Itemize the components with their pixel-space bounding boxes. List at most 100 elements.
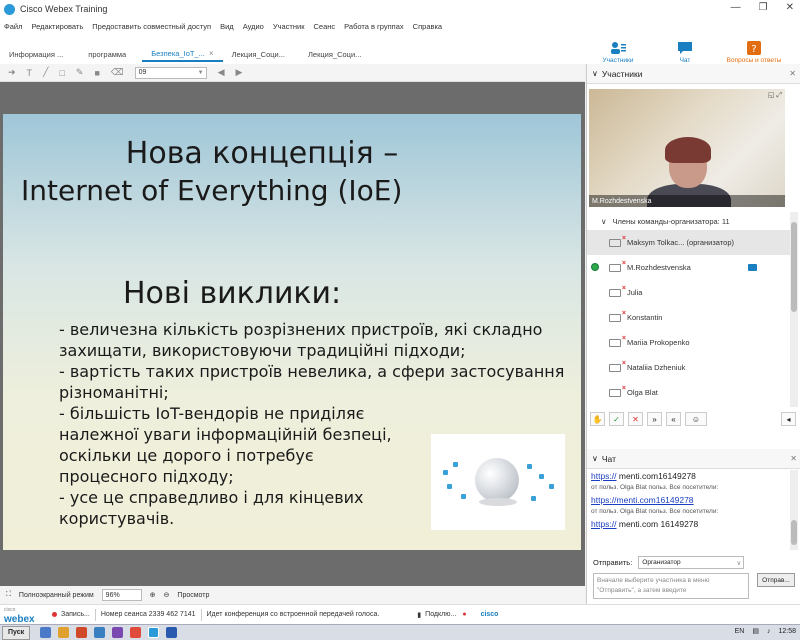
pointer-icon[interactable]: ➜ <box>8 67 16 78</box>
participant-row[interactable]: Olga Blat <box>587 380 791 405</box>
next-page-icon[interactable]: ▶ <box>236 67 243 78</box>
chat-panel-header-wrap: ∨ Чат ✕ <box>587 449 800 469</box>
webex-taskbar-icon[interactable] <box>148 627 160 638</box>
word-icon[interactable] <box>166 627 178 638</box>
go-faster-icon[interactable]: » <box>647 412 662 426</box>
scroll-thumb[interactable] <box>791 222 797 312</box>
zoom-select[interactable]: 96% <box>101 589 142 601</box>
participants-scrollbar[interactable] <box>790 212 798 407</box>
viber-icon[interactable] <box>112 627 124 638</box>
network-icon[interactable]: ▤ <box>752 627 759 635</box>
fullscreen-icon[interactable]: ⛶ <box>6 591 11 599</box>
chevron-down-icon: ∨ <box>592 69 598 78</box>
emoticon-icon[interactable]: ☺ <box>685 412 707 426</box>
zoom-out-icon[interactable]: ⊖ <box>164 591 170 599</box>
tab-security-iot[interactable]: Безпека_IoT_... × <box>142 46 223 62</box>
connection-status[interactable]: Подклю... <box>425 611 456 618</box>
chrome-icon[interactable] <box>130 627 142 638</box>
participant-row[interactable]: M.Rozhdestvenska <box>587 255 791 280</box>
pen-tool-icon[interactable]: ✎ <box>76 67 84 78</box>
participant-row[interactable]: Nataliia Dzheniuk <box>587 355 791 380</box>
close-icon[interactable]: ✕ <box>789 69 796 78</box>
tab-lecture-2[interactable]: Лекция_Соци... <box>294 46 370 62</box>
close-icon[interactable]: ✕ <box>790 454 797 463</box>
close-icon[interactable]: ✕ <box>786 2 794 13</box>
chat-link[interactable]: https:// <box>591 519 617 529</box>
mic-muted-icon <box>609 310 626 322</box>
participant-row[interactable]: Maksym Tolkac... (организатор) <box>587 230 791 255</box>
page-selector[interactable]: 09 ▼ <box>134 66 207 79</box>
chat-text: menti.com 16149278 <box>616 519 699 529</box>
window-title: Cisco Webex Training <box>20 4 108 14</box>
menu-edit[interactable]: Редактировать <box>31 22 83 31</box>
maximize-icon[interactable]: ❐ <box>759 2 768 13</box>
menu-view[interactable]: Вид <box>220 22 234 31</box>
chat-link[interactable]: https:// <box>591 471 617 481</box>
video-controls-icon[interactable]: ◱ ⤢ <box>768 91 782 100</box>
raise-hand-icon[interactable]: ✋ <box>590 412 605 426</box>
send-button[interactable]: Отправ... <box>757 573 795 587</box>
device-icon <box>549 484 554 489</box>
cisco-logo: cisco <box>480 611 499 618</box>
menu-help[interactable]: Справка <box>413 22 442 31</box>
cross-icon[interactable]: ✕ <box>628 412 643 426</box>
start-button[interactable]: Пуск <box>2 625 31 640</box>
divider <box>94 608 96 621</box>
participant-name: Konstantin <box>627 313 663 322</box>
video-thumbnail[interactable]: ◱ ⤢ M.Rozhdestvenska <box>589 89 785 207</box>
chat-input[interactable]: Вначале выберите участника в меню "Отпра… <box>593 573 749 599</box>
volume-icon[interactable]: ♪ <box>767 628 771 635</box>
line-tool-icon[interactable]: ╱ <box>43 67 48 78</box>
participant-row[interactable]: Julia <box>587 280 791 305</box>
zoom-in-icon[interactable]: ⊕ <box>150 591 156 599</box>
device-icon <box>453 462 458 467</box>
go-slower-icon[interactable]: « <box>666 412 681 426</box>
tab-program[interactable]: программа <box>72 46 142 62</box>
participants-panel-header[interactable]: ∨ Участники ✕ <box>587 64 800 84</box>
qa-button[interactable]: ? Вопросы и ответы <box>723 34 785 64</box>
browser-icon[interactable] <box>40 627 52 638</box>
participant-name: Mariia Prokopenko <box>627 338 690 347</box>
folder-icon[interactable] <box>58 627 70 638</box>
conference-status: Идет конференция со встроенной передачей… <box>206 611 380 618</box>
participant-row[interactable]: Mariia Prokopenko <box>587 330 791 355</box>
menu-audio[interactable]: Аудио <box>243 22 264 31</box>
tab-info[interactable]: Информация ... <box>0 46 72 62</box>
host-group-header[interactable]: ∨ Члены команды-организатора: 11 <box>587 212 791 230</box>
check-icon[interactable]: ✓ <box>609 412 624 426</box>
clock[interactable]: 12:58 <box>778 628 796 635</box>
send-to-select[interactable]: Организатор ∨ <box>638 556 745 569</box>
eraser-icon[interactable]: ⌫ <box>111 67 124 78</box>
chat-button[interactable]: Чат <box>670 34 700 64</box>
recording-status[interactable]: Запись... <box>61 611 90 618</box>
chat-link[interactable]: https://menti.com16149278 <box>591 495 694 505</box>
app-icon[interactable] <box>94 627 106 638</box>
media-icon[interactable] <box>76 627 88 638</box>
annotation-toolbar: ➜ T ╱ □ ✎ ■ ⌫ 09 ▼ ◀ ▶ <box>0 64 585 82</box>
participants-button[interactable]: Участники <box>598 34 638 64</box>
menu-participant[interactable]: Участник <box>273 22 305 31</box>
menu-session[interactable]: Сеанс <box>313 22 335 31</box>
device-icon <box>461 494 466 499</box>
color-tool-icon[interactable]: ■ <box>94 68 99 78</box>
megaphone-icon[interactable]: ◂ <box>781 412 796 426</box>
participant-row[interactable]: Konstantin <box>587 305 791 330</box>
text-tool-icon[interactable]: T <box>27 68 33 78</box>
scroll-thumb[interactable] <box>791 520 797 545</box>
tab-close-icon[interactable]: × <box>209 49 214 58</box>
rectangle-tool-icon[interactable]: □ <box>59 68 64 78</box>
slide-title-line1: Нова концепція – <box>125 136 399 171</box>
language-indicator[interactable]: EN <box>735 628 745 635</box>
chat-panel-header[interactable]: ∨ Чат ✕ <box>587 449 800 469</box>
tab-lecture-1[interactable]: Лекция_Соци... <box>223 46 294 62</box>
view-menu[interactable]: Просмотр <box>177 592 209 599</box>
menu-share[interactable]: Предоставить совместный доступ <box>92 22 211 31</box>
menu-file[interactable]: Файл <box>4 22 22 31</box>
fullscreen-button[interactable]: Полноэкранный режим <box>19 592 94 599</box>
menu-breakout[interactable]: Работа в группах <box>344 22 404 31</box>
chat-scrollbar[interactable] <box>790 470 798 550</box>
minimize-icon[interactable]: — <box>731 2 741 13</box>
previous-page-icon[interactable]: ◀ <box>218 67 225 78</box>
device-icon <box>447 484 452 489</box>
mic-muted-icon <box>609 335 626 347</box>
